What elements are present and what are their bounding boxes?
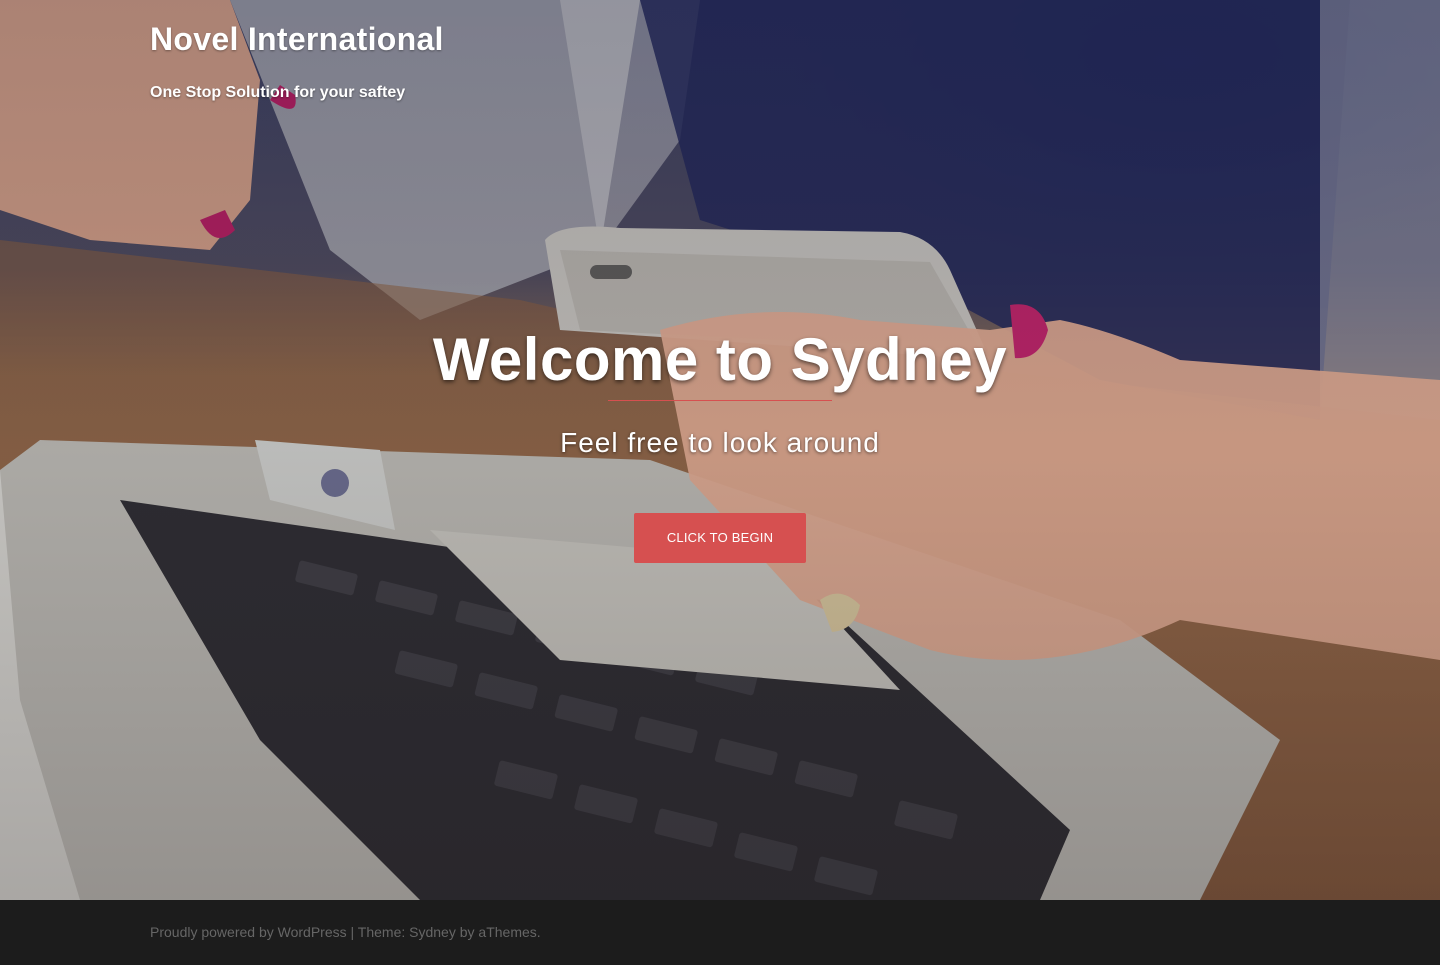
hero-subtitle: Feel free to look around <box>560 427 880 458</box>
wordpress-link[interactable]: Proudly powered by WordPress <box>150 924 347 940</box>
footer-separator: | <box>350 924 355 940</box>
hero-title: Welcome to Sydney <box>432 326 1008 393</box>
hero-section: Novel International One Stop Solution fo… <box>0 0 1440 900</box>
athemes-link[interactable]: aThemes <box>478 924 536 940</box>
footer-period: . <box>536 924 541 940</box>
site-footer: Proudly powered by WordPress | Theme: Sy… <box>0 900 1440 965</box>
theme-credit: Theme: Sydney by <box>357 924 475 940</box>
click-to-begin-button[interactable]: Click to begin <box>634 513 806 563</box>
hero-divider <box>608 400 832 401</box>
hero-content: Welcome to Sydney Feel free to look arou… <box>0 322 1440 563</box>
site-title[interactable]: Novel International <box>150 20 444 58</box>
site-branding: Novel International One Stop Solution fo… <box>150 20 444 102</box>
site-description: One Stop Solution for your saftey <box>150 84 406 101</box>
footer-credits: Proudly powered by WordPress | Theme: Sy… <box>150 922 541 942</box>
